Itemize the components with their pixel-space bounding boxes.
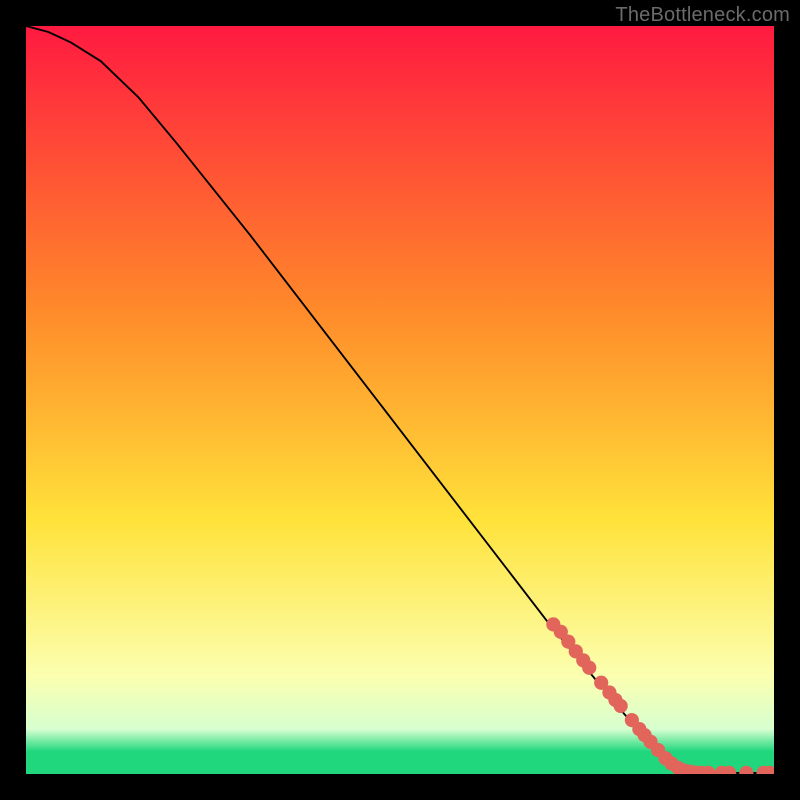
stage: TheBottleneck.com (0, 0, 800, 800)
data-point (739, 766, 753, 774)
plot-area (26, 26, 774, 774)
main-curve (26, 26, 774, 773)
data-point (614, 699, 628, 713)
watermark-text: TheBottleneck.com (615, 4, 790, 27)
data-point (582, 661, 596, 675)
marker-layer (546, 617, 774, 774)
chart-overlay (26, 26, 774, 774)
